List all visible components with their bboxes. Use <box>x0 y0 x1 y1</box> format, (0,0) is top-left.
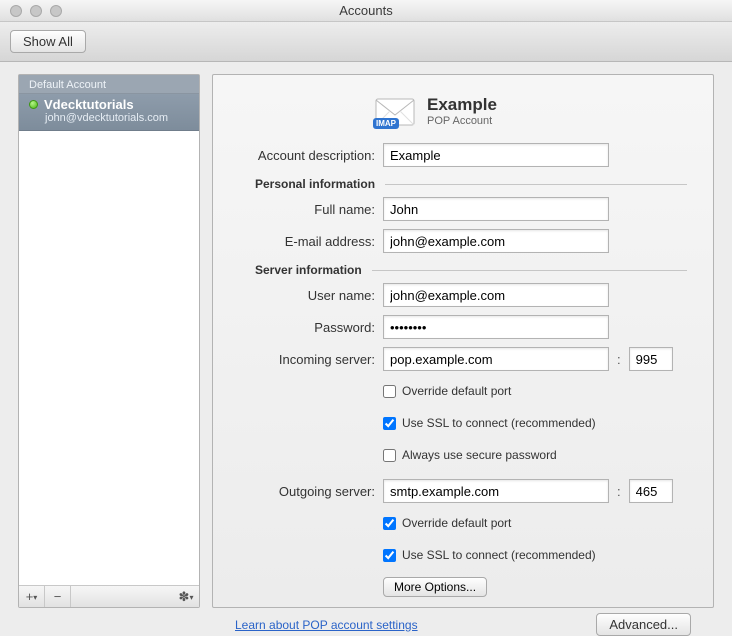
incoming-server-input[interactable] <box>383 347 609 371</box>
main-content: Default Account Vdecktutorials john@vdec… <box>0 62 732 624</box>
checkbox-icon[interactable] <box>383 449 396 462</box>
label-full-name: Full name: <box>235 202 383 217</box>
label-user-name: User name: <box>235 288 383 303</box>
label-incoming-server: Incoming server: <box>235 352 383 367</box>
checkbox-icon[interactable] <box>383 385 396 398</box>
outgoing-port-input[interactable] <box>629 479 673 503</box>
outgoing-ssl-checkbox[interactable]: Use SSL to connect (recommended) <box>383 548 596 562</box>
user-name-input[interactable] <box>383 283 609 307</box>
advanced-button[interactable]: Advanced... <box>596 613 691 636</box>
section-server-info: Server information <box>235 263 372 277</box>
mail-icon: IMAP <box>375 95 415 127</box>
imap-badge: IMAP <box>373 118 399 129</box>
label-email: E-mail address: <box>235 234 383 249</box>
sidebar-spacer <box>19 131 199 585</box>
password-input[interactable] <box>383 315 609 339</box>
section-personal-info: Personal information <box>235 177 385 191</box>
traffic-lights <box>0 5 62 17</box>
sidebar-footer-spacer <box>71 586 173 607</box>
learn-link[interactable]: Learn about POP account settings <box>235 618 418 632</box>
status-online-icon <box>29 100 38 109</box>
more-options-button[interactable]: More Options... <box>383 577 487 597</box>
remove-account-button[interactable]: − <box>45 586 71 607</box>
account-description-input[interactable] <box>383 143 609 167</box>
checkbox-label: Use SSL to connect (recommended) <box>402 548 596 562</box>
checkbox-icon[interactable] <box>383 517 396 530</box>
window-title: Accounts <box>0 3 732 18</box>
incoming-port-input[interactable] <box>629 347 673 371</box>
account-title: Example <box>427 95 497 115</box>
sidebar-section-title: Default Account <box>19 75 199 94</box>
sidebar-footer: +▾ − ✽▾ <box>19 585 199 607</box>
divider <box>372 270 687 271</box>
port-separator: : <box>615 484 623 499</box>
account-header: IMAP Example POP Account <box>375 95 691 127</box>
checkbox-label: Override default port <box>402 384 511 398</box>
checkbox-label: Always use secure password <box>402 448 557 462</box>
titlebar: Accounts <box>0 0 732 22</box>
show-all-button[interactable]: Show All <box>10 30 86 53</box>
checkbox-label: Use SSL to connect (recommended) <box>402 416 596 430</box>
incoming-ssl-checkbox[interactable]: Use SSL to connect (recommended) <box>383 416 596 430</box>
checkbox-icon[interactable] <box>383 417 396 430</box>
sidebar-account-email: john@vdecktutorials.com <box>29 112 189 124</box>
full-name-input[interactable] <box>383 197 609 221</box>
close-icon[interactable] <box>10 5 22 17</box>
zoom-icon[interactable] <box>50 5 62 17</box>
email-input[interactable] <box>383 229 609 253</box>
outgoing-override-port-checkbox[interactable]: Override default port <box>383 516 511 530</box>
minimize-icon[interactable] <box>30 5 42 17</box>
label-account-description: Account description: <box>235 148 383 163</box>
divider <box>385 184 687 185</box>
add-account-button[interactable]: +▾ <box>19 586 45 607</box>
gear-icon: ✽ <box>179 589 190 605</box>
incoming-override-port-checkbox[interactable]: Override default port <box>383 384 511 398</box>
settings-gear-button[interactable]: ✽▾ <box>173 586 199 607</box>
account-detail-panel: IMAP Example POP Account Account descrip… <box>212 74 714 608</box>
label-password: Password: <box>235 320 383 335</box>
sidebar-account-name: Vdecktutorials <box>44 97 134 112</box>
checkbox-icon[interactable] <box>383 549 396 562</box>
port-separator: : <box>615 352 623 367</box>
incoming-secure-password-checkbox[interactable]: Always use secure password <box>383 448 557 462</box>
account-subtitle: POP Account <box>427 115 497 127</box>
outgoing-server-input[interactable] <box>383 479 609 503</box>
toolbar: Show All <box>0 22 732 62</box>
label-outgoing-server: Outgoing server: <box>235 484 383 499</box>
accounts-sidebar: Default Account Vdecktutorials john@vdec… <box>18 74 200 608</box>
checkbox-label: Override default port <box>402 516 511 530</box>
sidebar-account-item[interactable]: Vdecktutorials john@vdecktutorials.com <box>19 94 199 131</box>
